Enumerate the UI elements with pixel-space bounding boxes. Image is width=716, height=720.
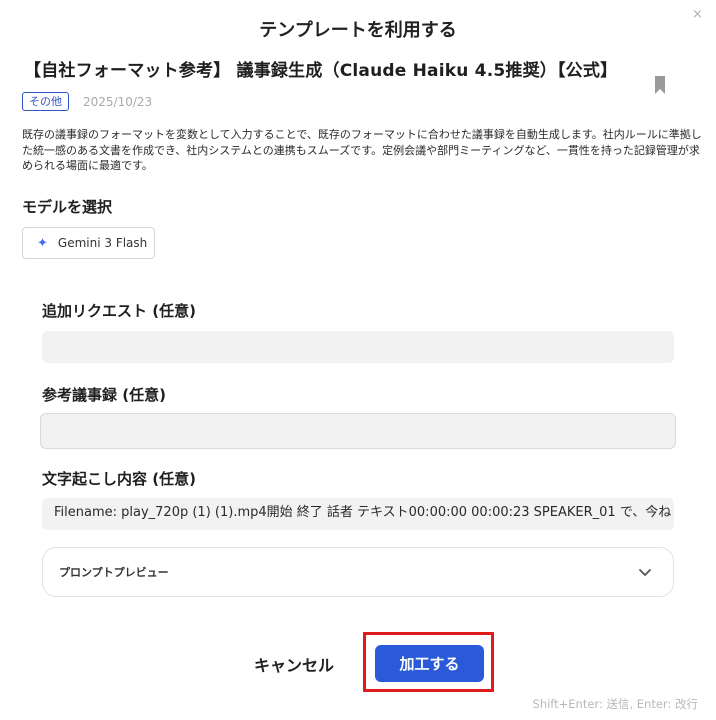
shortcut-hint: Shift+Enter: 送信, Enter: 改行 (532, 697, 698, 711)
additional-request-field[interactable] (42, 331, 674, 363)
template-meta: その他 2025/10/23 (22, 92, 152, 111)
reference-minutes-label: 参考議事録 (任意) (42, 386, 166, 404)
chevron-down-icon[interactable] (637, 564, 653, 580)
transcript-field[interactable]: Filename: play_720p (1) (1).mp4開始 終了 話者 … (42, 498, 674, 530)
prompt-preview-label: プロンプトプレビュー (59, 566, 169, 579)
model-section-label: モデルを選択 (22, 198, 113, 216)
reference-minutes-field[interactable] (40, 413, 676, 449)
sparkle-icon: ✦ (37, 235, 48, 251)
template-date: 2025/10/23 (83, 94, 153, 109)
transcript-label: 文字起こし内容 (任意) (42, 470, 196, 488)
additional-request-input[interactable] (42, 331, 674, 363)
modal-title: テンプレートを利用する (259, 20, 457, 41)
close-icon[interactable]: × (692, 8, 704, 22)
additional-request-label: 追加リクエスト (任意) (42, 302, 196, 320)
prompt-preview-toggle[interactable]: プロンプトプレビュー (42, 547, 674, 597)
template-title: 【自社フォーマット参考】 議事録生成（Claude Haiku 4.5推奨）【公… (24, 61, 618, 81)
model-name: Gemini 3 Flash (57, 236, 148, 250)
category-badge: その他 (22, 92, 69, 111)
process-button[interactable]: 加工する (375, 645, 484, 682)
cancel-button[interactable]: キャンセル (254, 652, 334, 676)
model-select-button[interactable]: ✦ Gemini 3 Flash (22, 227, 155, 259)
template-description: 既存の議事録のフォーマットを変数として入力することで、既存のフォーマットに合わせ… (22, 128, 702, 172)
bookmark-icon[interactable] (654, 76, 666, 94)
reference-minutes-input[interactable] (41, 414, 675, 448)
